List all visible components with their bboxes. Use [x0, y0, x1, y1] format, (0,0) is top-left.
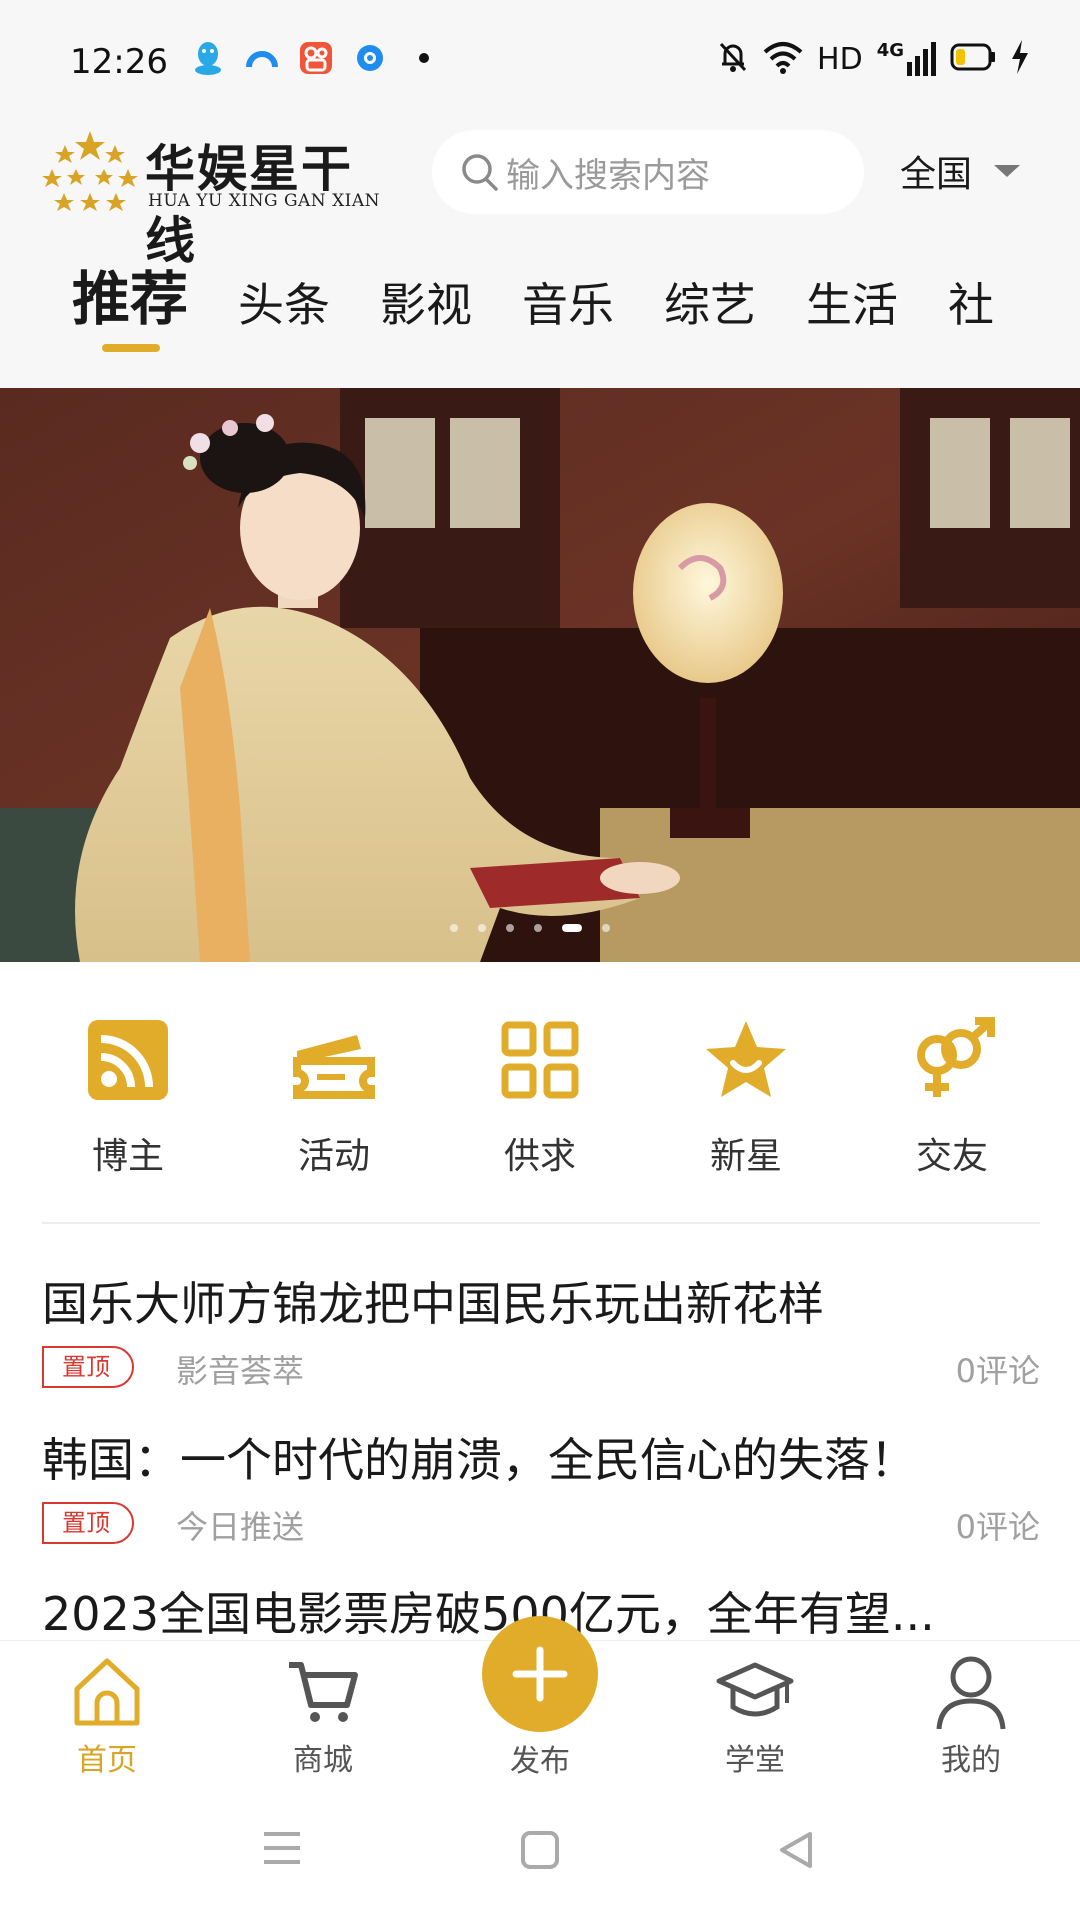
quick-link-label: 交友 — [915, 1136, 988, 1177]
signal-icon: 4G — [877, 42, 936, 76]
status-time: 12:26 — [70, 42, 168, 82]
home-icon — [74, 1658, 140, 1726]
quick-link-label: 博主 — [91, 1136, 164, 1177]
banner-carousel[interactable] — [0, 388, 1080, 962]
section-divider — [42, 1222, 1040, 1224]
news-comment-count: 0评论 — [955, 1508, 1040, 1546]
rss-icon — [88, 1020, 168, 1100]
network-type-label: 4G — [876, 40, 904, 61]
status-system-icons: HD 4G — [717, 40, 1030, 78]
qq-icon — [190, 40, 226, 76]
news-meta: 置顶 今日推送 0评论 — [42, 1500, 1040, 1548]
system-nav-bar — [0, 1780, 1080, 1920]
graduation-cap-icon — [716, 1662, 794, 1717]
charging-icon — [1010, 40, 1030, 78]
news-item[interactable]: 韩国：一个时代的崩溃，全民信心的失落！ 置顶 今日推送 0评论 — [42, 1424, 1040, 1548]
tab-life[interactable]: 生活 — [781, 255, 923, 355]
pinned-badge: 置顶 — [42, 1346, 134, 1388]
plus-icon — [512, 1646, 568, 1702]
chevron-down-icon — [994, 165, 1021, 177]
region-label: 全国 — [900, 154, 973, 195]
nav-label: 我的 — [941, 1743, 1001, 1778]
app-icon — [352, 40, 388, 76]
carousel-dot-active[interactable] — [562, 924, 582, 932]
quick-link-blogger[interactable]: 博主 — [43, 1000, 213, 1190]
tab-headlines[interactable]: 头条 — [213, 255, 355, 355]
logo-subtitle: HUA YU XING GAN XIAN — [148, 191, 381, 211]
nav-mall[interactable]: 商城 — [248, 1651, 398, 1779]
grid-icon — [501, 1021, 579, 1099]
quick-link-label: 活动 — [297, 1136, 370, 1177]
nav-label: 商城 — [293, 1743, 353, 1778]
browser-icon — [244, 40, 280, 76]
back-triangle-icon[interactable] — [776, 1830, 816, 1870]
gender-icon — [917, 1017, 995, 1097]
carousel-indicator — [450, 924, 610, 932]
user-icon — [936, 1656, 1006, 1730]
menu-icon[interactable] — [262, 1830, 302, 1866]
battery-icon — [950, 43, 996, 75]
news-meta: 置顶 影音荟萃 0评论 — [42, 1344, 1040, 1392]
search-icon — [462, 154, 498, 191]
nav-academy[interactable]: 学堂 — [680, 1651, 830, 1779]
notification-dot-icon — [406, 40, 442, 76]
quick-link-supply-demand[interactable]: 供求 — [455, 1000, 625, 1190]
news-comment-count: 0评论 — [955, 1352, 1040, 1390]
status-notification-icons — [190, 40, 442, 76]
wifi-icon — [763, 40, 803, 78]
tab-variety[interactable]: 综艺 — [639, 255, 781, 355]
home-square-icon[interactable] — [520, 1830, 560, 1870]
nav-home[interactable]: 首页 — [32, 1651, 182, 1779]
hd-label: HD — [817, 41, 863, 77]
star-icon — [706, 1021, 786, 1097]
news-title[interactable]: 国乐大师方锦龙把中国民乐玩出新花样 — [42, 1268, 1040, 1334]
active-tab-indicator — [102, 344, 160, 352]
stars-logo-icon — [42, 131, 138, 211]
app-logo[interactable]: 华娱星干线 HUA YU XING GAN XIAN — [40, 125, 381, 270]
news-title[interactable]: 韩国：一个时代的崩溃，全民信心的失落！ — [42, 1424, 1040, 1490]
tab-film-tv[interactable]: 影视 — [355, 255, 497, 355]
carousel-dot[interactable] — [478, 924, 486, 932]
region-selector[interactable]: 全国 — [900, 145, 1021, 197]
tab-social[interactable]: 社 — [923, 255, 1019, 355]
ticket-icon — [293, 1035, 375, 1099]
kuaishou-icon — [298, 40, 334, 76]
search-placeholder: 输入搜索内容 — [506, 155, 710, 196]
news-source: 今日推送 — [176, 1508, 305, 1546]
publish-label: 发布 — [510, 1744, 570, 1779]
publish-button[interactable] — [482, 1616, 598, 1732]
nav-profile[interactable]: 我的 — [896, 1651, 1046, 1779]
pinned-badge: 置顶 — [42, 1502, 134, 1544]
tab-recommend[interactable]: 推荐 — [0, 255, 213, 355]
nav-label: 首页 — [77, 1743, 137, 1778]
quick-link-label: 供求 — [503, 1136, 576, 1177]
search-bar[interactable]: 输入搜索内容 — [432, 130, 864, 214]
news-source: 影音荟萃 — [176, 1352, 305, 1390]
carousel-dot[interactable] — [534, 924, 542, 932]
quick-links: 博主 活动 供求 新星 交友 — [0, 1000, 1080, 1190]
carousel-dot[interactable] — [506, 924, 514, 932]
status-bar: 12:26 HD 4G — [0, 0, 1080, 120]
nav-label: 学堂 — [725, 1743, 785, 1778]
banner-image — [0, 388, 1080, 962]
tab-music[interactable]: 音乐 — [497, 255, 639, 355]
quick-link-dating[interactable]: 交友 — [867, 1000, 1037, 1190]
quick-link-new-stars[interactable]: 新星 — [661, 1000, 831, 1190]
category-tabs: 推荐 头条 影视 音乐 综艺 生活 社 — [0, 255, 1080, 365]
mute-bell-icon — [717, 40, 749, 78]
cart-icon — [289, 1662, 358, 1722]
carousel-dot[interactable] — [450, 924, 458, 932]
quick-link-label: 新星 — [709, 1136, 782, 1177]
news-item[interactable]: 国乐大师方锦龙把中国民乐玩出新花样 置顶 影音荟萃 0评论 — [42, 1268, 1040, 1392]
carousel-dot[interactable] — [602, 924, 610, 932]
quick-link-events[interactable]: 活动 — [249, 1000, 419, 1190]
